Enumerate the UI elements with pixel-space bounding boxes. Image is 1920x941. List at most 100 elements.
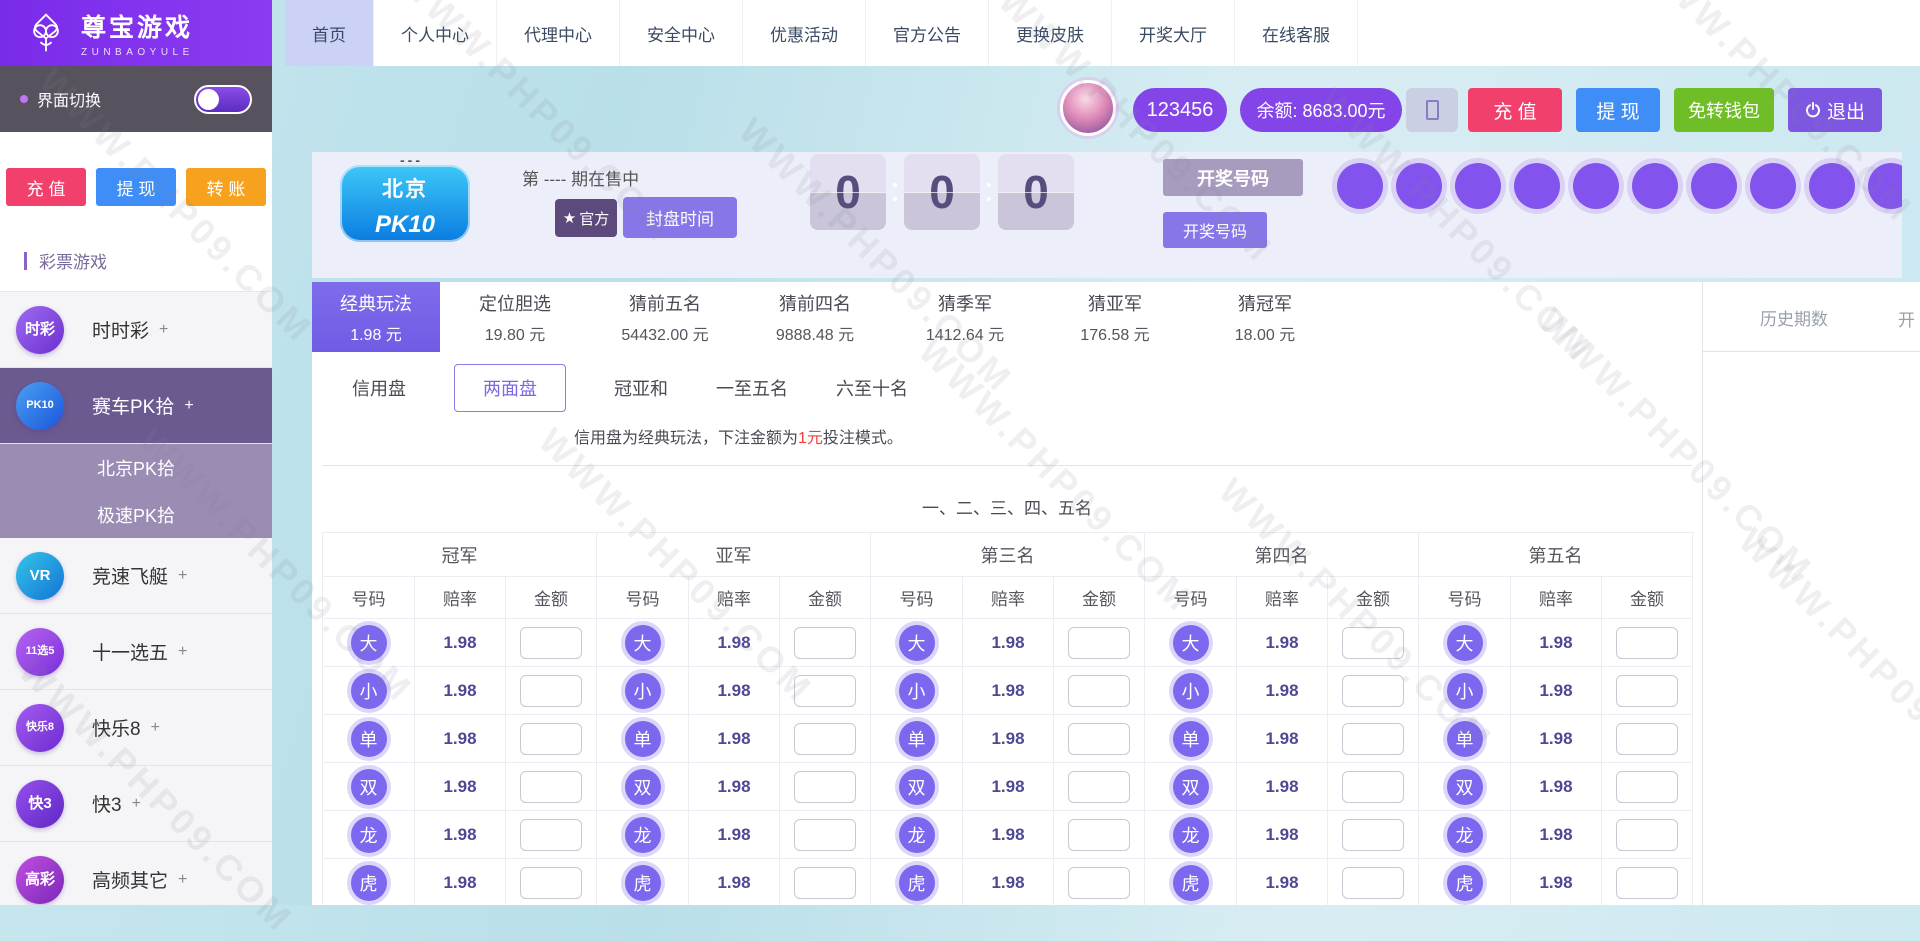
draw-numbers-button-bottom[interactable]: 开奖号码 — [1163, 212, 1267, 248]
bet-amount-input[interactable] — [1616, 675, 1678, 707]
bet-amount-input[interactable] — [1616, 771, 1678, 803]
interface-toggle-switch[interactable] — [194, 85, 252, 114]
sidebar-item[interactable]: PK10赛车PK拾+ — [0, 368, 272, 444]
board-tab[interactable]: 冠亚和 — [614, 375, 668, 401]
nav-item[interactable]: 代理中心 — [497, 0, 620, 66]
bet-option-button[interactable]: 虎 — [625, 865, 661, 901]
bet-amount-input[interactable] — [1616, 867, 1678, 899]
bet-option-button[interactable]: 双 — [351, 769, 387, 805]
bet-option-button[interactable]: 小 — [625, 673, 661, 709]
bet-option-button[interactable]: 单 — [899, 721, 935, 757]
bet-option-button[interactable]: 单 — [1173, 721, 1209, 757]
bet-amount-input[interactable] — [520, 723, 582, 755]
nav-item[interactable]: 个人中心 — [374, 0, 497, 66]
bet-option-button[interactable]: 大 — [351, 625, 387, 661]
bet-amount-input[interactable] — [1342, 867, 1404, 899]
logout-button[interactable]: 退出 — [1788, 88, 1882, 132]
bet-amount-input[interactable] — [1068, 819, 1130, 851]
bet-option-button[interactable]: 虎 — [351, 865, 387, 901]
bet-amount-input[interactable] — [794, 675, 856, 707]
free-wallet-button[interactable]: 免转钱包 — [1674, 88, 1774, 132]
bet-amount-input[interactable] — [520, 771, 582, 803]
bet-amount-input[interactable] — [520, 819, 582, 851]
play-tab[interactable]: 定位胆选19.80 元 — [440, 282, 590, 352]
bet-amount-input[interactable] — [1342, 627, 1404, 659]
sidebar-item[interactable]: 11选5十一选五+ — [0, 614, 272, 690]
bet-amount-input[interactable] — [1342, 723, 1404, 755]
bet-amount-input[interactable] — [520, 867, 582, 899]
nav-item[interactable]: 更换皮肤 — [989, 0, 1112, 66]
bet-amount-input[interactable] — [520, 675, 582, 707]
sidebar-item[interactable]: VR竞速飞艇+ — [0, 538, 272, 614]
nav-item[interactable]: 首页 — [285, 0, 374, 66]
bet-amount-input[interactable] — [1068, 771, 1130, 803]
bet-option-button[interactable]: 龙 — [1447, 817, 1483, 853]
nav-item[interactable]: 安全中心 — [620, 0, 743, 66]
board-tab[interactable]: 六至十名 — [836, 375, 908, 401]
bet-option-button[interactable]: 双 — [899, 769, 935, 805]
bet-option-button[interactable]: 小 — [1173, 673, 1209, 709]
play-tab[interactable]: 猜冠军18.00 元 — [1190, 282, 1340, 352]
nav-item[interactable]: 优惠活动 — [743, 0, 866, 66]
bet-option-button[interactable]: 单 — [625, 721, 661, 757]
bet-option-button[interactable]: 龙 — [1173, 817, 1209, 853]
nav-item[interactable]: 官方公告 — [866, 0, 989, 66]
withdraw-button[interactable]: 提 现 — [1576, 88, 1660, 132]
bet-option-button[interactable]: 小 — [351, 673, 387, 709]
bet-amount-input[interactable] — [1342, 819, 1404, 851]
nav-item[interactable]: 在线客服 — [1235, 0, 1358, 66]
bet-option-button[interactable]: 虎 — [899, 865, 935, 901]
username-badge[interactable]: 123456 — [1133, 88, 1227, 132]
bet-amount-input[interactable] — [1342, 771, 1404, 803]
bet-amount-input[interactable] — [794, 723, 856, 755]
bet-option-button[interactable]: 龙 — [899, 817, 935, 853]
sidebar-item[interactable]: 快乐8快乐8+ — [0, 690, 272, 766]
board-tab[interactable]: 两面盘 — [454, 364, 566, 412]
bet-option-button[interactable]: 龙 — [351, 817, 387, 853]
bet-amount-input[interactable] — [1068, 723, 1130, 755]
bet-amount-input[interactable] — [1616, 819, 1678, 851]
bet-option-button[interactable]: 虎 — [1173, 865, 1209, 901]
bet-amount-input[interactable] — [1068, 675, 1130, 707]
sidebar-recharge-button[interactable]: 充 值 — [6, 168, 86, 206]
bet-amount-input[interactable] — [1616, 723, 1678, 755]
bet-option-button[interactable]: 小 — [1447, 673, 1483, 709]
bet-amount-input[interactable] — [1616, 627, 1678, 659]
bet-option-button[interactable]: 双 — [1173, 769, 1209, 805]
play-tab[interactable]: 猜季军1412.64 元 — [890, 282, 1040, 352]
sidebar-item[interactable]: 高彩高频其它+ — [0, 842, 272, 905]
play-tab[interactable]: 经典玩法1.98 元 — [312, 282, 440, 352]
bet-amount-input[interactable] — [794, 771, 856, 803]
sidebar-item[interactable]: 时彩时时彩+ — [0, 292, 272, 368]
sidebar-item[interactable]: 快3快3+ — [0, 766, 272, 842]
bet-option-button[interactable]: 虎 — [1447, 865, 1483, 901]
official-button[interactable]: ★ 官方 — [555, 199, 617, 237]
play-tab[interactable]: 猜前五名54432.00 元 — [590, 282, 740, 352]
draw-numbers-button-top[interactable]: 开奖号码 — [1163, 159, 1303, 196]
bet-option-button[interactable]: 大 — [625, 625, 661, 661]
bet-amount-input[interactable] — [1068, 627, 1130, 659]
bet-option-button[interactable]: 双 — [1447, 769, 1483, 805]
board-tab[interactable]: 信用盘 — [352, 375, 406, 401]
seal-time-button[interactable]: 封盘时间 — [623, 197, 737, 238]
bet-option-button[interactable]: 双 — [625, 769, 661, 805]
sidebar-transfer-button[interactable]: 转 账 — [186, 168, 266, 206]
bet-amount-input[interactable] — [794, 627, 856, 659]
sidebar-subitem[interactable]: 极速PK拾 — [0, 491, 272, 538]
recharge-button[interactable]: 充 值 — [1468, 88, 1562, 132]
bet-option-button[interactable]: 大 — [1447, 625, 1483, 661]
bet-amount-input[interactable] — [794, 819, 856, 851]
bet-amount-input[interactable] — [520, 627, 582, 659]
bet-option-button[interactable]: 大 — [899, 625, 935, 661]
bet-option-button[interactable]: 单 — [1447, 721, 1483, 757]
bet-option-button[interactable]: 小 — [899, 673, 935, 709]
bet-amount-input[interactable] — [1342, 675, 1404, 707]
refresh-balance-button[interactable] — [1406, 88, 1458, 132]
sidebar-withdraw-button[interactable]: 提 现 — [96, 168, 176, 206]
board-tab[interactable]: 一至五名 — [716, 375, 788, 401]
brand-logo[interactable]: 尊宝游戏 ZUNBAOYULE — [0, 0, 272, 66]
play-tab[interactable]: 猜亚军176.58 元 — [1040, 282, 1190, 352]
avatar[interactable] — [1060, 80, 1116, 136]
bet-option-button[interactable]: 龙 — [625, 817, 661, 853]
beijing-pk10-logo[interactable]: 北京 PK10 — [340, 165, 470, 242]
